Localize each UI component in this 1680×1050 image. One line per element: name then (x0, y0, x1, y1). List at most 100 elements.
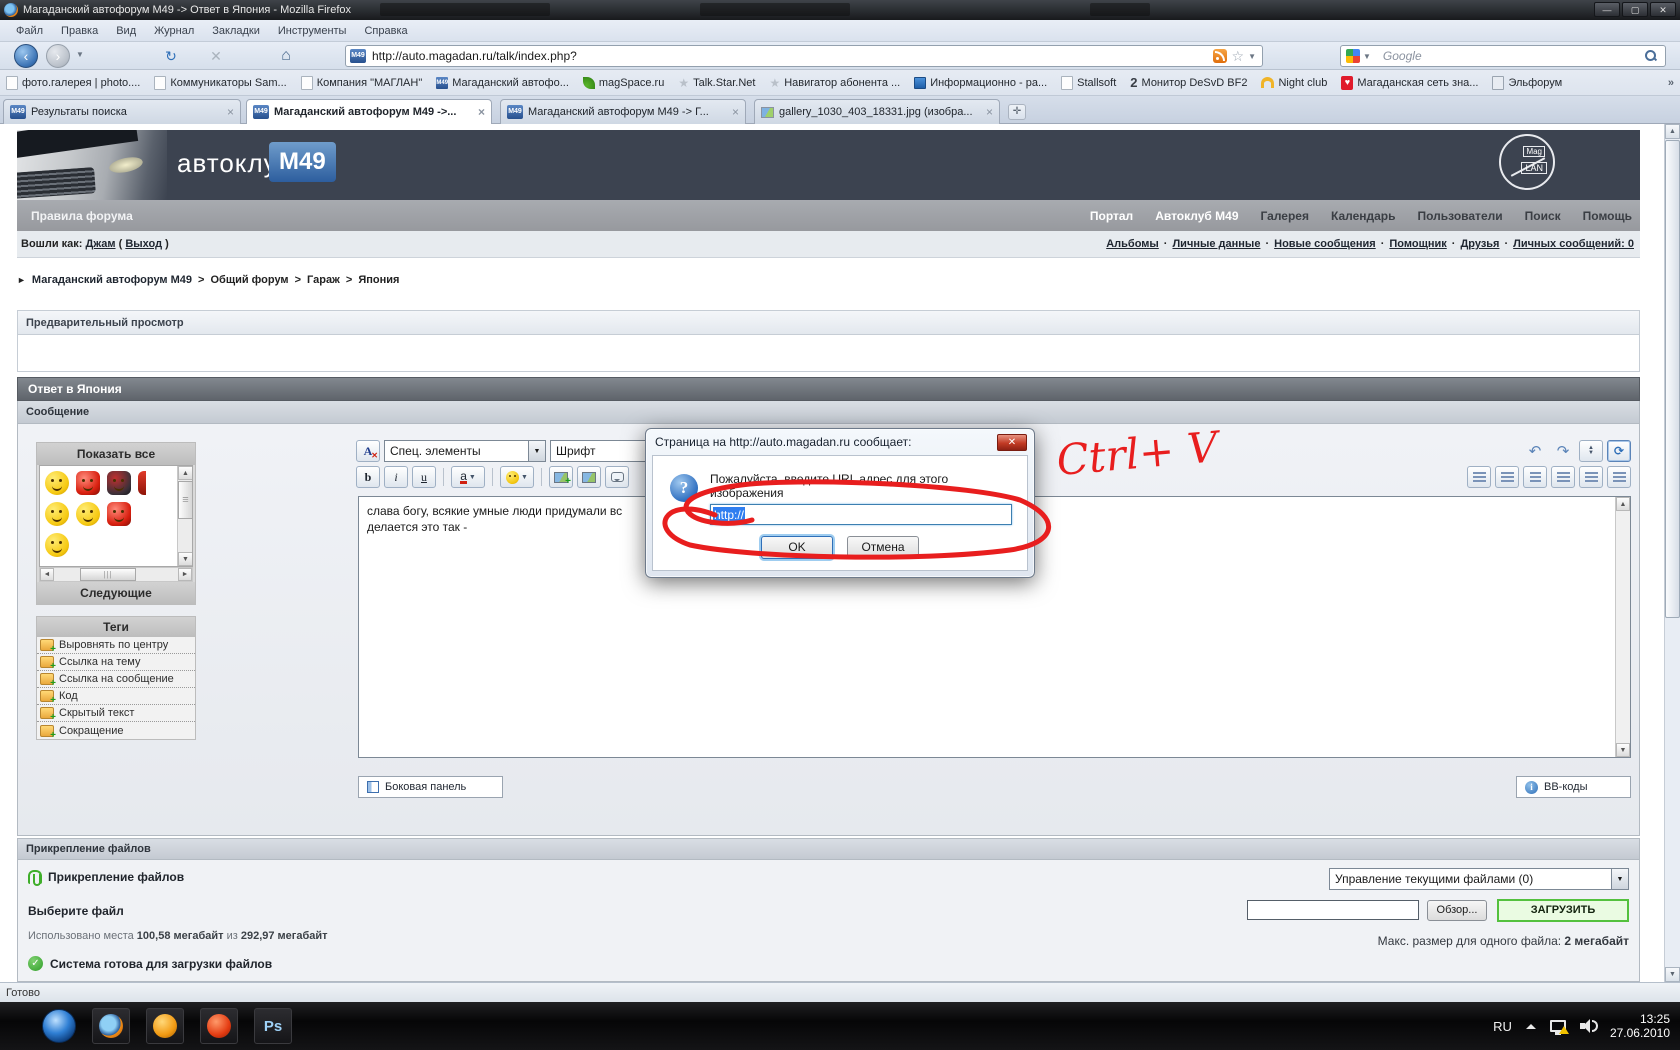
bookmark-item[interactable]: ★Talk.Star.Net (678, 76, 755, 90)
nav-users[interactable]: Пользователи (1418, 209, 1503, 223)
tag-hidden-text[interactable]: Скрытый текст (37, 705, 195, 722)
smiley-note-icon[interactable] (45, 533, 69, 557)
nav-portal[interactable]: Портал (1090, 209, 1133, 223)
history-dropdown-icon[interactable]: ▼ (76, 50, 84, 59)
smiley-hug-icon[interactable] (45, 471, 69, 495)
align-center-icon[interactable] (1523, 466, 1547, 488)
username-link[interactable]: Джам (86, 238, 116, 250)
tab-close-icon[interactable]: × (986, 105, 993, 119)
bookmark-item[interactable]: ★Навигатор абонента ... (769, 76, 900, 90)
bullet-list-icon[interactable] (1607, 466, 1631, 488)
google-engine-icon[interactable] (1346, 49, 1360, 63)
stop-icon[interactable]: ✕ (205, 46, 227, 66)
nav-gallery[interactable]: Галерея (1261, 209, 1309, 223)
ordered-list-icon[interactable] (1579, 466, 1603, 488)
nav-calendar[interactable]: Календарь (1331, 209, 1396, 223)
bookmark-item[interactable]: Night club (1261, 77, 1327, 89)
textarea-scrollbar[interactable]: ▲ ▼ (1615, 497, 1630, 757)
network-icon[interactable] (1550, 1020, 1566, 1032)
tab-close-icon[interactable]: × (732, 105, 739, 119)
urlbar-dropdown-icon[interactable]: ▼ (1248, 52, 1256, 61)
bold-button[interactable]: b (356, 466, 380, 488)
dialog-url-input[interactable]: http:// (710, 504, 1012, 525)
menu-history[interactable]: Журнал (146, 23, 202, 39)
file-path-input[interactable] (1247, 900, 1419, 920)
scroll-up-icon[interactable]: ▲ (1616, 497, 1630, 511)
bookmark-item[interactable]: Эльфорум (1492, 76, 1562, 90)
tab-forum-reply-active[interactable]: М49 Магаданский автофорум М49 ->... × (246, 99, 492, 124)
menu-file[interactable]: Файл (8, 23, 51, 39)
nav-search[interactable]: Поиск (1525, 209, 1561, 223)
tab-close-icon[interactable]: × (478, 105, 485, 119)
scroll-left-icon[interactable]: ◄ (40, 568, 54, 581)
home-icon[interactable]: ⌂ (275, 46, 297, 66)
tab-forum-garage[interactable]: М49 Магаданский автофорум М49 -> Г... × (500, 99, 746, 124)
scroll-thumb[interactable] (1665, 140, 1680, 618)
tab-gallery-image[interactable]: gallery_1030_403_18331.jpg (изобра... × (754, 99, 1000, 124)
logout-link[interactable]: Выход (125, 238, 162, 250)
bookmark-item[interactable]: Информационно - ра... (914, 77, 1047, 89)
bookmark-star-icon[interactable]: ☆ (1232, 48, 1245, 65)
search-go-icon[interactable] (1645, 50, 1657, 62)
align-right-icon[interactable] (1551, 466, 1575, 488)
undo-icon[interactable]: ↶ (1523, 440, 1547, 462)
forward-button[interactable]: › (46, 44, 70, 68)
menu-view[interactable]: Вид (108, 23, 144, 39)
scroll-up-icon[interactable]: ▲ (178, 466, 193, 480)
tag-center[interactable]: Выровнять по центру (37, 637, 195, 654)
tab-close-icon[interactable]: × (227, 105, 234, 119)
font-color-button[interactable]: a▼ (451, 466, 485, 488)
tab-search-results[interactable]: М49 Результаты поиска × (3, 99, 241, 124)
crumb-garage[interactable]: Гараж (307, 274, 340, 286)
scroll-right-icon[interactable]: ► (178, 568, 192, 581)
bbcode-button[interactable]: i BB-коды (1516, 776, 1631, 798)
scroll-down-icon[interactable]: ▼ (1616, 743, 1630, 757)
smiley-wave-icon[interactable] (107, 502, 131, 526)
bookmark-item[interactable]: magSpace.ru (583, 77, 664, 89)
align-left-icon[interactable] (1495, 466, 1519, 488)
resize-editor-icon[interactable]: ▲▼ (1579, 440, 1603, 462)
smiley-racer-icon[interactable] (107, 471, 131, 495)
taskbar-app-orange[interactable] (146, 1008, 184, 1044)
menu-tools[interactable]: Инструменты (270, 23, 355, 39)
clock[interactable]: 13:25 27.06.2010 (1610, 1012, 1670, 1040)
crumb-japan[interactable]: Япония (358, 274, 399, 286)
browse-button[interactable]: Обзор... (1427, 900, 1487, 921)
tray-expand-icon[interactable] (1526, 1019, 1536, 1029)
bookmark-item[interactable]: фото.галерея | photo.... (6, 76, 140, 90)
bookmark-item[interactable]: 2Монитор DeSvD BF2 (1130, 75, 1247, 90)
toggle-mode-icon[interactable]: ⟳ (1607, 440, 1631, 462)
bookmark-item[interactable]: Компания "МАГЛАН" (301, 76, 423, 90)
volume-icon[interactable] (1580, 1019, 1596, 1033)
show-all-smileys-button[interactable]: Показать все (37, 443, 195, 465)
search-bar[interactable]: ▼ Google (1340, 45, 1666, 67)
tag-topic-link[interactable]: Ссылка на тему (37, 654, 195, 671)
bookmark-item[interactable]: Stallsoft (1061, 76, 1116, 90)
scroll-up-icon[interactable]: ▲ (1665, 124, 1680, 139)
emoticon-button[interactable]: ▼ (500, 466, 534, 488)
menu-help[interactable]: Справка (356, 23, 415, 39)
search-input[interactable]: Google (1377, 49, 1645, 63)
minimize-button[interactable]: — (1594, 2, 1620, 17)
start-button[interactable] (42, 1009, 76, 1043)
remove-format-icon[interactable]: A (356, 440, 380, 462)
smiley-vertical-scrollbar[interactable]: ▲ ▼ (177, 466, 192, 566)
bookmarks-overflow-chevron[interactable]: » (1668, 77, 1674, 89)
ok-button[interactable]: OK (761, 536, 833, 559)
scroll-down-icon[interactable]: ▼ (178, 552, 193, 566)
new-tab-button[interactable]: ✛ (1008, 104, 1026, 120)
language-indicator[interactable]: RU (1493, 1019, 1512, 1034)
insert-image-icon[interactable] (577, 466, 601, 488)
menu-bookmarks[interactable]: Закладки (204, 23, 268, 39)
back-button[interactable]: ‹ (14, 44, 38, 68)
reload-icon[interactable]: ↻ (160, 46, 182, 66)
engine-dropdown-icon[interactable]: ▼ (1363, 52, 1371, 61)
underline-button[interactable]: u (412, 466, 436, 488)
pm-count-link[interactable]: Личных сообщений: 0 (1513, 238, 1634, 250)
smiley-horizontal-scrollbar[interactable]: ◄ ||| ► (39, 567, 193, 582)
redo-icon[interactable]: ↷ (1551, 440, 1575, 462)
page-scrollbar[interactable]: ▲ ▼ (1664, 124, 1680, 982)
next-smileys-button[interactable]: Следующие (37, 582, 195, 604)
taskbar-firefox[interactable] (92, 1008, 130, 1044)
menu-edit[interactable]: Правка (53, 23, 106, 39)
